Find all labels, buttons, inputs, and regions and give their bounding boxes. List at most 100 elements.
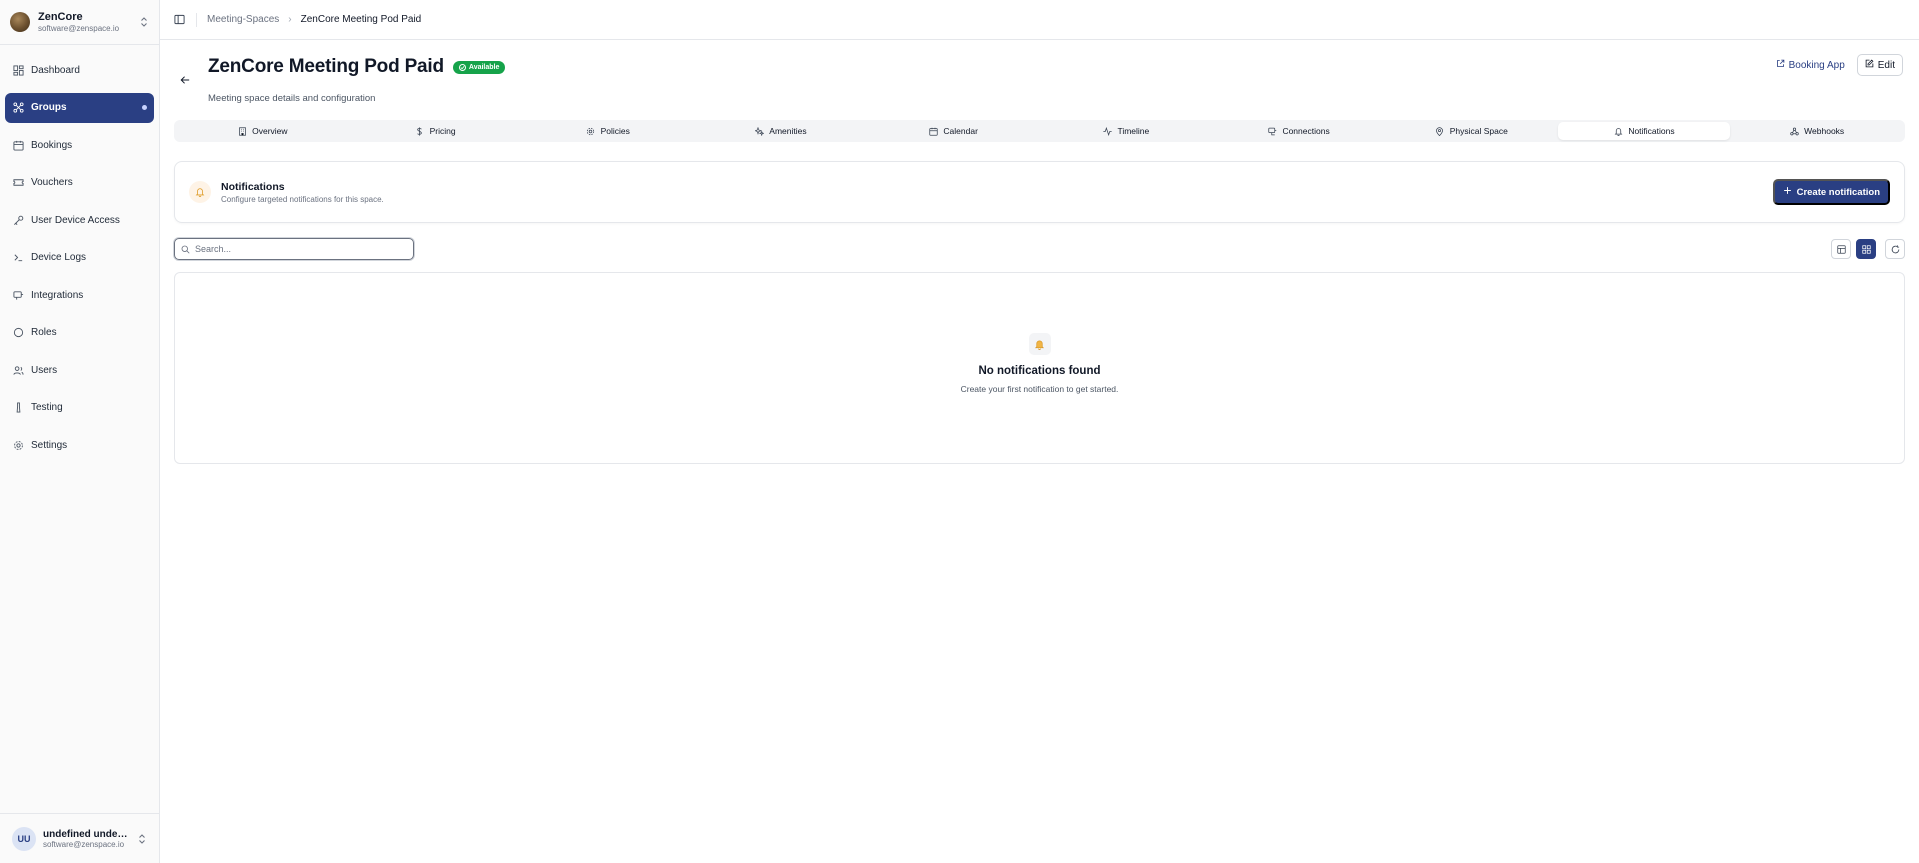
search-box[interactable] (174, 238, 414, 260)
sidebar-item-user-device-access[interactable]: User Device Access (5, 205, 154, 235)
sidebar-item-device-logs[interactable]: Device Logs (5, 243, 154, 273)
tab-bar: Overview Pricing Policies Amenities Cale… (174, 120, 1905, 142)
edit-icon (1865, 59, 1874, 71)
sidebar-item-label: Users (31, 364, 58, 376)
external-link-icon (1776, 59, 1785, 71)
sidebar-item-label: Testing (31, 402, 63, 413)
sidebar-item-dashboard[interactable]: Dashboard (5, 55, 154, 85)
sidebar-nav: Dashboard Groups Bookings Vouchers User … (0, 49, 159, 474)
breadcrumb-parent-link[interactable]: Meeting-Spaces (207, 14, 279, 25)
tab-notifications[interactable]: Notifications (1557, 122, 1731, 140)
sidebar-item-label: Groups (31, 102, 67, 113)
tab-physical-space[interactable]: Physical Space (1385, 122, 1558, 140)
sidebar-item-label: Bookings (31, 139, 73, 151)
sidebar-item-bookings[interactable]: Bookings (5, 130, 154, 160)
sidebar-item-settings[interactable]: Settings (5, 430, 154, 460)
cable-icon (1267, 126, 1277, 136)
calendar-icon (12, 139, 24, 151)
gear-icon (12, 439, 24, 451)
page-header: ZenCore Meeting Pod Paid Available Meeti… (174, 40, 1905, 120)
sidebar-item-roles[interactable]: Roles (5, 318, 154, 348)
key-icon (12, 214, 24, 226)
empty-state-title: No notifications found (978, 365, 1101, 377)
table-icon (1836, 242, 1846, 257)
refresh-button[interactable] (1885, 239, 1905, 259)
sidebar-item-testing[interactable]: Testing (5, 393, 154, 423)
tab-pricing[interactable]: Pricing (349, 122, 522, 140)
sidebar-item-label: Integrations (31, 289, 84, 301)
refresh-icon (1891, 242, 1900, 257)
page-subtitle: Meeting space details and configuration (208, 93, 376, 104)
page-content: ZenCore Meeting Pod Paid Available Meeti… (160, 40, 1919, 464)
section-description: Configure targeted notifications for thi… (221, 194, 384, 204)
sidebar-toggle-icon[interactable] (172, 13, 186, 27)
dashboard-icon (12, 64, 24, 76)
breadcrumb: Meeting-Spaces › ZenCore Meeting Pod Pai… (207, 14, 421, 25)
flask-icon (12, 402, 24, 414)
booking-app-link[interactable]: Booking App (1772, 56, 1849, 74)
check-circle-icon (458, 63, 466, 71)
grid-icon (1861, 242, 1871, 257)
status-badge-label: Available (468, 63, 500, 71)
tab-webhooks[interactable]: Webhooks (1730, 122, 1903, 140)
ticket-icon (12, 177, 24, 189)
empty-state-description: Create your first notification to get st… (960, 384, 1119, 394)
topbar: Meeting-Spaces › ZenCore Meeting Pod Pai… (160, 0, 1919, 40)
tab-timeline[interactable]: Timeline (1040, 122, 1213, 140)
plug-icon (12, 289, 24, 301)
sparkle-icon (754, 126, 764, 136)
create-notification-button[interactable]: Create notification (1772, 179, 1890, 205)
section-title: Notifications (221, 180, 285, 193)
sidebar-item-label: Dashboard (31, 64, 80, 76)
search-icon (181, 245, 190, 254)
map-pin-icon (1435, 126, 1445, 136)
org-email: software@zenspace.io (38, 23, 120, 33)
main-area: Meeting-Spaces › ZenCore Meeting Pod Pai… (160, 0, 1919, 863)
user-menu[interactable]: UU undefined undefin... software@zenspac… (0, 813, 159, 863)
sidebar: ZenCore software@zenspace.io Dashboard G… (0, 0, 160, 863)
shield-icon (12, 327, 24, 339)
chevron-right-icon: › (288, 14, 292, 25)
bell-icon (1028, 333, 1051, 355)
sidebar-item-label: Settings (31, 439, 68, 451)
tab-connections[interactable]: Connections (1212, 122, 1385, 140)
sidebar-item-users[interactable]: Users (5, 355, 154, 385)
avatar: UU (12, 826, 36, 851)
sidebar-item-label: Vouchers (31, 177, 73, 188)
notifications-header-card: Notifications Configure targeted notific… (174, 161, 1905, 223)
activity-icon (1102, 126, 1112, 136)
edit-button[interactable]: Edit (1856, 54, 1903, 76)
back-arrow-icon[interactable] (178, 73, 192, 87)
chevron-up-down-icon (139, 15, 149, 29)
sidebar-item-label: User Device Access (31, 214, 120, 226)
tab-overview[interactable]: Overview (176, 122, 349, 140)
users-icon (12, 364, 24, 376)
search-input[interactable] (195, 244, 407, 254)
gear-icon (586, 126, 596, 136)
plus-icon (1783, 186, 1792, 198)
breadcrumb-current: ZenCore Meeting Pod Paid (300, 14, 422, 25)
view-switcher (1831, 239, 1905, 259)
dollar-icon (415, 126, 425, 136)
user-email: software@zenspace.io (43, 839, 125, 849)
chevron-up-down-icon (137, 832, 147, 846)
org-name: ZenCore (38, 10, 83, 23)
sidebar-item-vouchers[interactable]: Vouchers (5, 168, 154, 198)
table-view-button[interactable] (1831, 239, 1851, 259)
building-icon (237, 126, 247, 136)
webhook-icon (1789, 126, 1799, 136)
bell-icon (1613, 126, 1623, 136)
tab-policies[interactable]: Policies (521, 122, 694, 140)
groups-icon (12, 102, 24, 114)
user-name: undefined undefin... (43, 828, 130, 840)
org-switcher[interactable]: ZenCore software@zenspace.io (0, 0, 159, 44)
sidebar-item-groups[interactable]: Groups (5, 92, 154, 123)
sidebar-item-integrations[interactable]: Integrations (5, 280, 154, 310)
tab-amenities[interactable]: Amenities (694, 122, 867, 140)
grid-view-button[interactable] (1856, 239, 1876, 259)
terminal-icon (12, 252, 24, 264)
sidebar-item-label: Roles (31, 327, 57, 338)
tab-calendar[interactable]: Calendar (867, 122, 1040, 140)
empty-state: No notifications found Create your first… (174, 272, 1905, 464)
org-avatar (10, 12, 30, 32)
